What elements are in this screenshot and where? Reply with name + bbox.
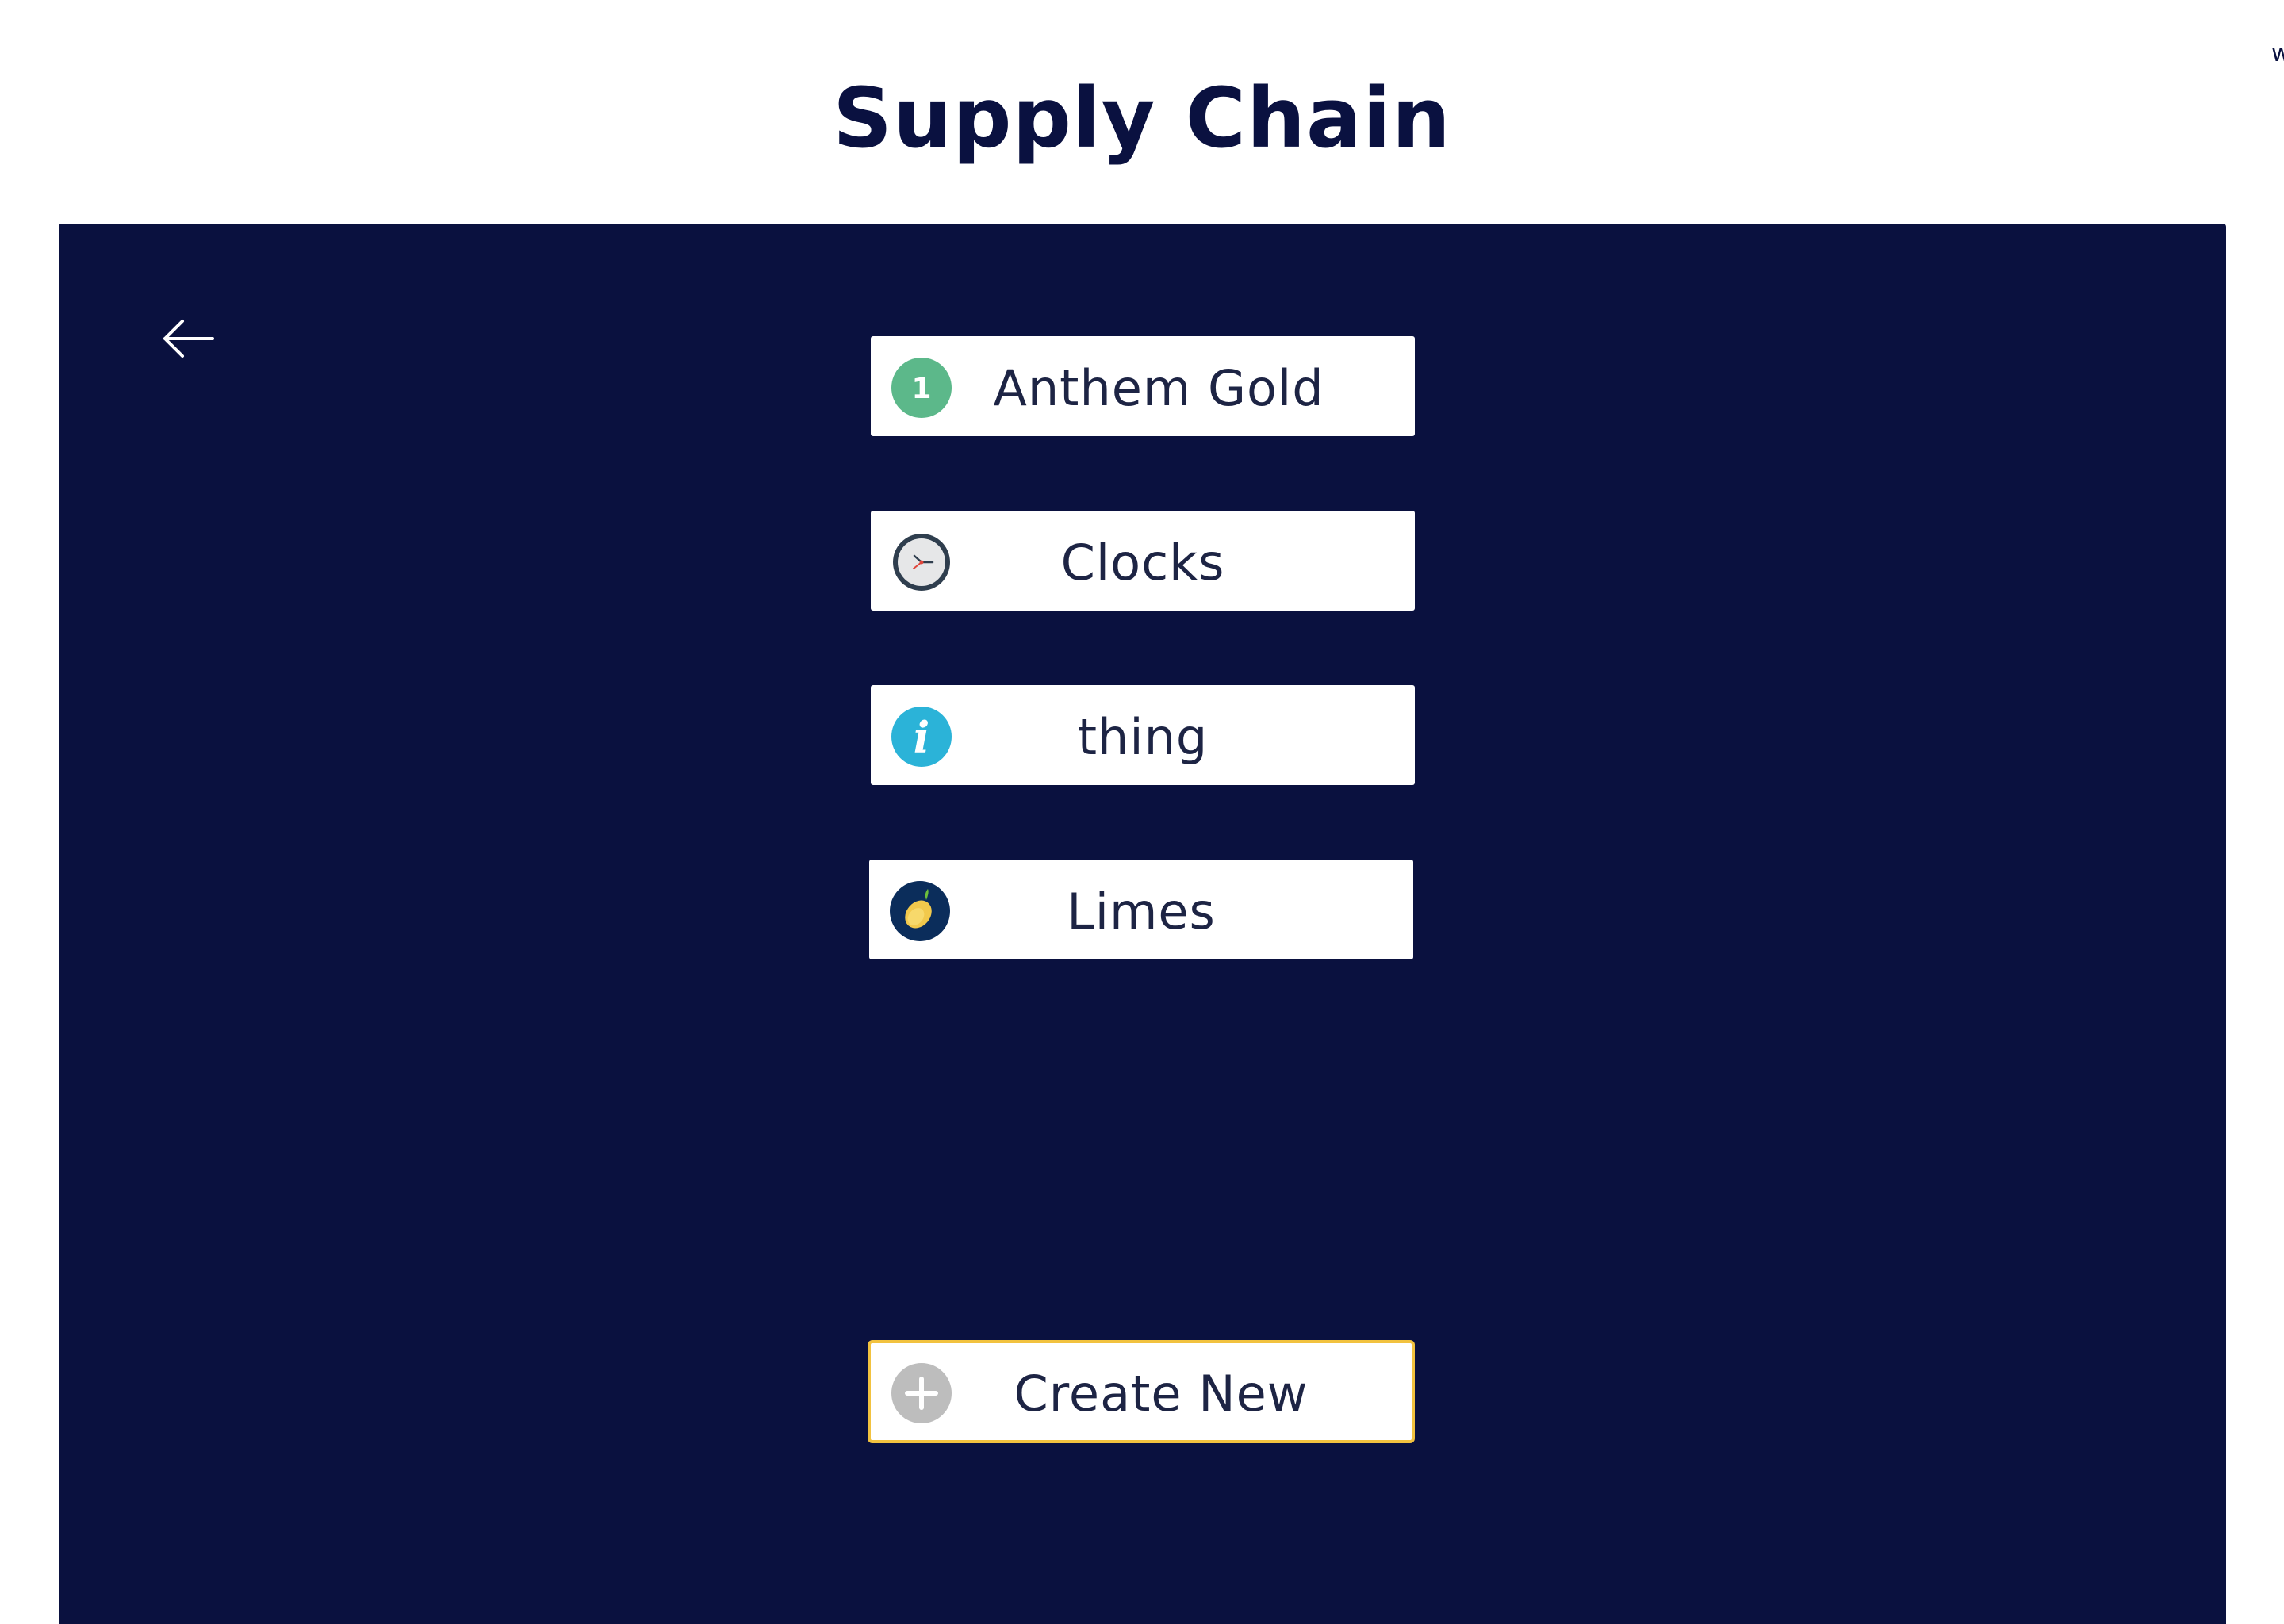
corner-text: w xyxy=(2271,40,2284,67)
list-item-clocks[interactable]: Clocks xyxy=(871,511,1415,611)
page: w Supply Chain 1 Anthem Gold Clocks i th… xyxy=(0,0,2284,1624)
back-button[interactable] xyxy=(152,303,224,374)
list-item-anthem-gold[interactable]: 1 Anthem Gold xyxy=(871,336,1415,436)
list-item-label: thing xyxy=(1077,708,1209,766)
create-new-label: Create New xyxy=(1014,1365,1309,1423)
list-item-label: Clocks xyxy=(1060,534,1225,592)
list-item-label: Limes xyxy=(1067,883,1216,940)
list-item-thing[interactable]: i thing xyxy=(871,685,1415,785)
create-new-button[interactable]: Create New xyxy=(868,1340,1415,1443)
page-title: Supply Chain xyxy=(833,70,1451,167)
list-item-label: Anthem Gold xyxy=(993,359,1324,417)
arrow-left-icon xyxy=(163,320,214,358)
supply-chain-panel: 1 Anthem Gold Clocks i thing Limes Creat… xyxy=(59,224,2226,1624)
list-item-limes[interactable]: Limes xyxy=(869,860,1413,959)
